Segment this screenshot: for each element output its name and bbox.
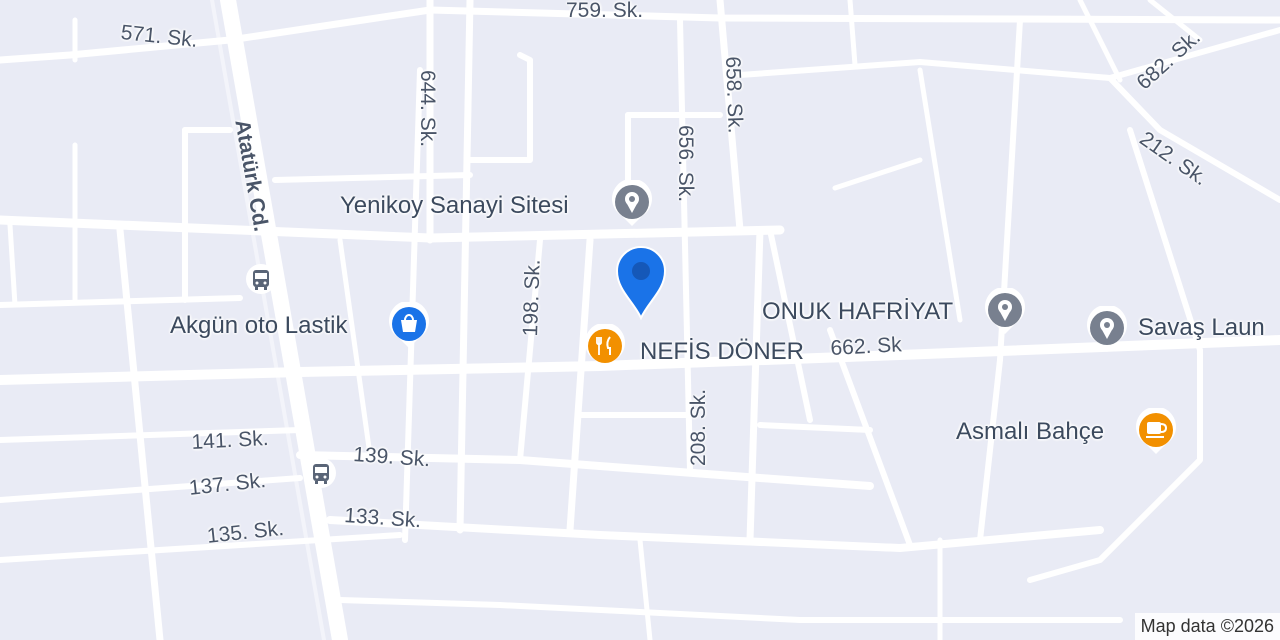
poi-label-yenikoy[interactable]: Yenikoy Sanayi Sitesi xyxy=(340,194,569,218)
location-pin-icon[interactable] xyxy=(614,244,668,320)
street-label-133: 133. Sk. xyxy=(343,504,422,533)
street-label-656: 656. Sk. xyxy=(674,125,697,203)
map-canvas[interactable]: 759. Sk. 571. Sk. 682. Sk. 644. Sk. 658.… xyxy=(0,0,1280,640)
street-label-644: 644. Sk. xyxy=(416,70,439,148)
street-label-658: 658. Sk. xyxy=(721,55,747,134)
bus-icon xyxy=(253,270,269,290)
place-marker-icon[interactable] xyxy=(984,288,1026,336)
poi-label-asmali[interactable]: Asmalı Bahçe xyxy=(956,420,1104,444)
street-label-141: 141. Sk. xyxy=(190,426,270,454)
map-attribution: Map data ©2026 xyxy=(1134,613,1280,640)
place-marker-icon[interactable] xyxy=(1086,306,1128,354)
bus-icon xyxy=(313,464,329,484)
shopping-bag-icon[interactable] xyxy=(388,302,430,350)
coffee-cup-icon[interactable] xyxy=(1135,408,1177,456)
poi-label-onuk[interactable]: ONUK HAFRİYAT xyxy=(762,300,953,324)
restaurant-icon[interactable] xyxy=(584,324,626,372)
place-marker-icon[interactable] xyxy=(611,180,653,228)
street-label-139: 139. Sk. xyxy=(352,443,431,472)
poi-label-akgun[interactable]: Akgün oto Lastik xyxy=(170,314,347,338)
poi-label-nefis[interactable]: NEFİS DÖNER xyxy=(640,340,804,364)
poi-label-savas[interactable]: Savaş Laun xyxy=(1138,316,1265,340)
street-label-198: 198. Sk. xyxy=(519,258,545,337)
street-label-759: 759. Sk. xyxy=(566,0,644,22)
bus-stop-icon[interactable] xyxy=(246,264,276,294)
bus-stop-icon[interactable] xyxy=(306,458,336,488)
street-label-662: 662. Sk xyxy=(829,333,903,360)
street-label-208: 208. Sk. xyxy=(687,388,710,466)
